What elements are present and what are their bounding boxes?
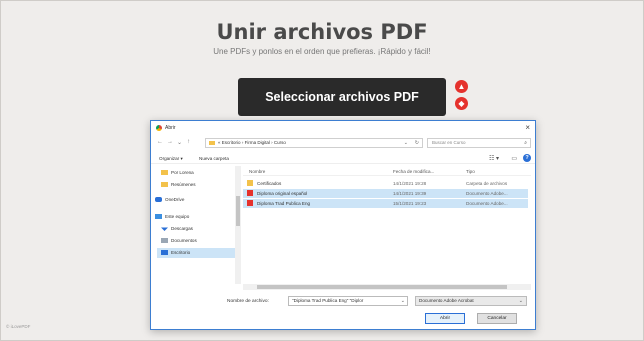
computer-icon [155, 214, 162, 219]
sidebar-item-label: OneDrive [165, 197, 185, 202]
filetype-select[interactable]: Documento Adobe Acrobat ⌄ [415, 296, 527, 306]
address-bar[interactable]: « Escritorio › Firma Digital › Curso ⌄ ↻ [205, 138, 423, 148]
sidebar-item-descargas[interactable]: Descargas [157, 224, 235, 234]
column-header-row: Nombre Fecha de modifica... Tipo [243, 166, 531, 176]
folder-icon [247, 180, 253, 186]
chevron-down-icon[interactable]: ⌄ [401, 297, 405, 305]
file-row-diploma-trad[interactable]: Diploma Trad Publica Eng 15/1/2021 19:23… [243, 199, 528, 208]
sidebar-item-label: Este equipo [165, 214, 190, 219]
file-type: Documento Adobe... [466, 201, 508, 206]
pdf-file-icon [247, 200, 253, 206]
page-title: Unir archivos PDF [216, 20, 428, 44]
dialog-toolbar: Organizar ▾ Nueva carpeta ☷ ▾ ▭ ? [151, 153, 535, 164]
file-list-scrollbar[interactable] [243, 284, 531, 290]
column-header-type[interactable]: Tipo [466, 169, 475, 174]
sidebar-item-label: Descargas [171, 226, 193, 231]
desktop-icon [161, 250, 168, 255]
search-placeholder: Buscar en Curso [432, 140, 466, 145]
file-date: 14/1/2021 19:39 [393, 191, 427, 196]
download-icon [161, 227, 168, 231]
file-type: Documento Adobe... [466, 191, 508, 196]
breadcrumb-escritorio[interactable]: Escritorio [222, 140, 241, 145]
filename-field[interactable]: "Diploma Trad Publica Eng" "Diplor ⌄ [288, 296, 408, 306]
file-date: 14/1/2021 19:28 [393, 181, 427, 186]
column-header-date[interactable]: Fecha de modifica... [393, 169, 434, 174]
close-icon[interactable]: × [525, 123, 530, 132]
select-files-button[interactable]: Seleccionar archivos PDF [238, 78, 446, 116]
cancel-button[interactable]: Cancelar [477, 313, 517, 324]
view-options-icon[interactable]: ☷ ▾ [489, 155, 499, 162]
sidebar-item-onedrive[interactable]: OneDrive [151, 195, 229, 205]
folder-icon [161, 170, 168, 175]
sidebar-item-por-lorena[interactable]: Por Lorena [157, 168, 235, 178]
column-header-name[interactable]: Nombre [249, 169, 265, 174]
breadcrumb-curso[interactable]: Curso [274, 140, 286, 145]
dropbox-icon[interactable]: ◆ [455, 97, 468, 110]
sidebar-item-label: Documentos [171, 238, 197, 243]
address-prefix: « [218, 140, 221, 145]
breadcrumb-firma-digital[interactable]: Firma Digital [245, 140, 270, 145]
scrollbar-thumb[interactable] [257, 285, 507, 289]
open-file-dialog: Abrir × ← → ⌄ ↑ « Escritorio › Firma Dig… [150, 120, 536, 330]
recent-locations-icon[interactable]: ⌄ [177, 139, 182, 146]
navigation-bar: ← → ⌄ ↑ « Escritorio › Firma Digital › C… [151, 137, 535, 149]
refresh-icon[interactable]: ↻ [415, 139, 419, 147]
folder-icon [209, 141, 215, 145]
sidebar-item-escritorio[interactable]: Escritorio [157, 248, 235, 258]
dialog-titlebar: Abrir × [151, 121, 535, 134]
sidebar-item-resumenes[interactable]: Resúmenes [157, 180, 235, 190]
sidebar-item-documentos[interactable]: Documentos [157, 236, 235, 246]
file-name: Diploma Trad Publica Eng [257, 201, 311, 206]
google-drive-icon[interactable]: ▲ [455, 80, 468, 93]
sidebar-item-label: Por Lorena [171, 170, 194, 175]
filetype-value: Documento Adobe Acrobat [419, 298, 474, 303]
up-arrow-icon[interactable]: ↑ [187, 139, 190, 145]
file-name: Diploma original español [257, 191, 308, 196]
sidebar-scrollbar[interactable] [235, 166, 241, 284]
search-icon: ⌕ [524, 140, 527, 146]
dialog-title: Abrir [165, 125, 176, 131]
filename-label: Nombre de archivo: [227, 299, 269, 304]
file-date: 15/1/2021 19:23 [393, 201, 427, 206]
chrome-icon [156, 125, 162, 131]
file-type: Carpeta de archivos [466, 181, 508, 186]
preview-pane-icon[interactable]: ▭ [511, 155, 517, 162]
file-row-diploma-original[interactable]: Diploma original español 14/1/2021 19:39… [243, 189, 528, 198]
search-input[interactable]: Buscar en Curso ⌕ [427, 138, 531, 148]
breadcrumb-separator: › [241, 140, 244, 145]
help-icon[interactable]: ? [523, 154, 531, 162]
sidebar-item-este-equipo[interactable]: Este equipo [151, 212, 229, 222]
filename-value: "Diploma Trad Publica Eng" "Diplor [292, 298, 364, 303]
chevron-down-icon: ⌄ [518, 298, 523, 304]
scrollbar-thumb[interactable] [236, 196, 240, 226]
new-folder-button[interactable]: Nueva carpeta [199, 156, 229, 161]
folder-icon [161, 182, 168, 187]
breadcrumb-separator: › [271, 140, 273, 145]
back-arrow-icon[interactable]: ← [157, 139, 163, 145]
navigation-pane: Por Lorena Resúmenes OneDrive Este equip… [151, 166, 241, 284]
open-button[interactable]: Abrir [425, 313, 465, 324]
sidebar-item-label: Resúmenes [171, 182, 196, 187]
file-row-certificados[interactable]: Certificados 14/1/2021 19:28 Carpeta de … [243, 179, 528, 188]
pdf-file-icon [247, 190, 253, 196]
chevron-down-icon[interactable]: ⌄ [404, 139, 408, 147]
sidebar-item-label: Escritorio [171, 250, 191, 255]
footer-text: © iLovePDF [6, 324, 31, 329]
forward-arrow-icon[interactable]: → [167, 139, 173, 145]
document-icon [161, 238, 168, 243]
organize-button[interactable]: Organizar ▾ [159, 156, 183, 162]
page-subtitle: Une PDFs y ponlos en el orden que prefie… [213, 47, 431, 56]
file-name: Certificados [257, 181, 282, 186]
file-list: Nombre Fecha de modifica... Tipo Certifi… [243, 166, 531, 284]
onedrive-icon [155, 197, 162, 202]
